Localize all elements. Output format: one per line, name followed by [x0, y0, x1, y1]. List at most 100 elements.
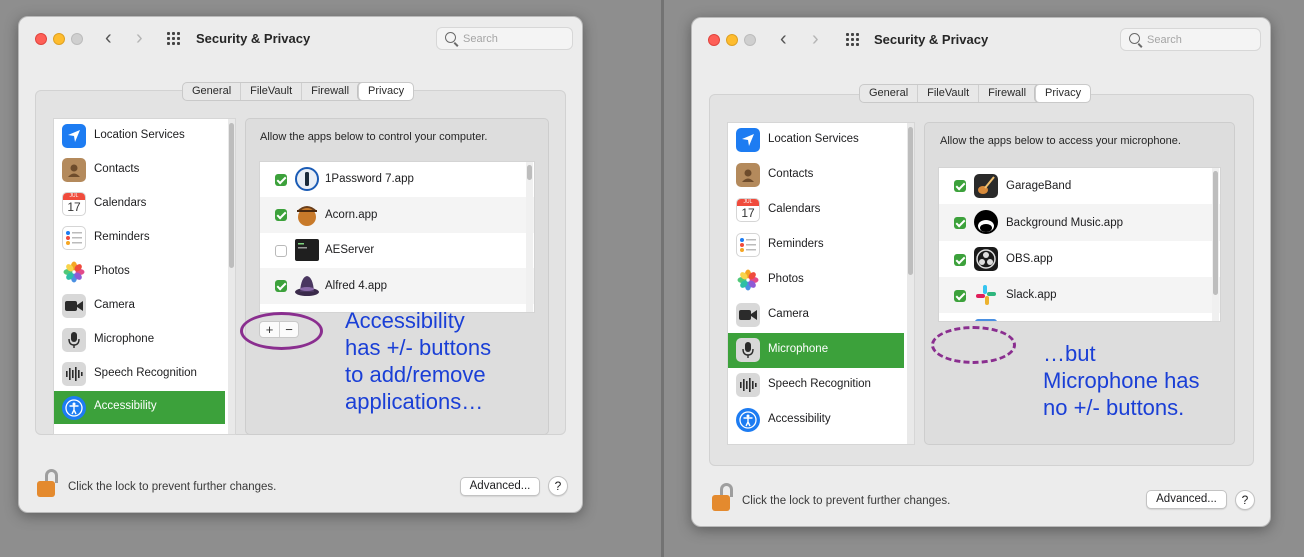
sidebar-item-contacts[interactable]: Contacts [54, 153, 235, 187]
sidebar-item-microphone[interactable]: Microphone [54, 323, 235, 357]
app-name: Background Music.app [1006, 217, 1123, 229]
calendar-day: 17 [741, 206, 755, 220]
lock-status-text: Click the lock to prevent further change… [742, 495, 951, 507]
lock-icon[interactable] [712, 483, 734, 511]
security-privacy-window-microphone: ‹ › Security & Privacy Search General Fi… [691, 17, 1271, 527]
annotation-circle [240, 312, 323, 350]
minimize-window-button[interactable] [726, 34, 738, 46]
app-checkbox[interactable] [275, 245, 287, 257]
minimize-window-button[interactable] [53, 33, 65, 45]
show-all-grid-icon[interactable] [167, 32, 182, 45]
lock-status-text: Click the lock to prevent further change… [68, 481, 277, 493]
sidebar-item-accessibility[interactable]: Accessibility [54, 391, 225, 424]
sidebar-item-photos[interactable]: Photos [728, 263, 914, 298]
sidebar-item-camera[interactable]: Camera [728, 298, 914, 333]
calendar-month: JUL [63, 193, 85, 200]
lock-icon[interactable] [37, 469, 59, 497]
scrollbar-thumb[interactable] [908, 127, 913, 275]
annotation-line: …but [1043, 341, 1096, 366]
sidebar-item-label: Speech Recognition [94, 367, 197, 379]
tab-firewall[interactable]: Firewall [301, 83, 358, 100]
app-list: 1Password 7.app Acorn.app AEServer Alfre… [259, 161, 535, 313]
app-checkbox[interactable] [954, 217, 966, 229]
tab-general[interactable]: General [860, 85, 917, 102]
app-row-slack[interactable]: Slack.app [939, 277, 1220, 313]
tab-filevault[interactable]: FileVault [917, 85, 978, 102]
app-checkbox[interactable] [275, 174, 287, 186]
search-icon [445, 32, 456, 43]
pane-description: Allow the apps below to control your com… [260, 131, 488, 143]
sidebar-item-location-services[interactable]: Location Services [54, 119, 235, 153]
sidebar-item-location-services[interactable]: Location Services [728, 123, 914, 158]
app-row-aeserver[interactable]: AEServer [260, 233, 534, 268]
app-row-background-music[interactable]: Background Music.app [939, 204, 1220, 241]
tab-firewall[interactable]: Firewall [978, 85, 1035, 102]
advanced-button[interactable]: Advanced... [1146, 490, 1227, 509]
annotation-dashed-circle [931, 326, 1016, 364]
annotation-line: to add/remove [345, 362, 486, 387]
contacts-book-icon [736, 163, 760, 187]
1password-icon [294, 166, 320, 192]
tab-privacy[interactable]: Privacy [1035, 85, 1091, 102]
app-name: OBS.app [1006, 253, 1053, 265]
sidebar-scrollbar[interactable] [228, 119, 235, 434]
sidebar-item-speech-recognition[interactable]: Speech Recognition [54, 357, 235, 391]
close-window-button[interactable] [35, 33, 47, 45]
sidebar-scrollbar[interactable] [907, 123, 914, 444]
window-title: Security & Privacy [196, 31, 311, 46]
sidebar-item-calendars[interactable]: JUL 17 Calendars [728, 193, 914, 228]
camera-icon [62, 294, 86, 318]
sidebar-item-reminders[interactable]: Reminders [728, 228, 914, 263]
zoom-window-button[interactable] [71, 33, 83, 45]
app-checkbox[interactable] [954, 290, 966, 302]
app-checkbox[interactable] [275, 209, 287, 221]
app-checkbox[interactable] [954, 254, 966, 266]
app-list-scrollbar[interactable] [526, 162, 533, 312]
sidebar-item-contacts[interactable]: Contacts [728, 158, 914, 193]
close-window-button[interactable] [708, 34, 720, 46]
advanced-button[interactable]: Advanced... [460, 477, 540, 496]
search-input[interactable]: Search [436, 27, 573, 50]
app-row-garageband[interactable]: GarageBand [939, 168, 1220, 204]
search-icon [1129, 33, 1140, 44]
app-list-scrollbar[interactable] [1212, 168, 1219, 321]
sidebar-item-reminders[interactable]: Reminders [54, 221, 235, 255]
app-name: Acorn.app [325, 209, 378, 221]
sidebar-item-microphone[interactable]: Microphone [728, 333, 904, 368]
tab-general[interactable]: General [183, 83, 240, 100]
sidebar-item-label: Contacts [768, 168, 814, 180]
forward-arrow-icon[interactable]: › [136, 27, 143, 49]
sidebar-item-camera[interactable]: Camera [54, 289, 235, 323]
back-arrow-icon[interactable]: ‹ [105, 27, 112, 49]
help-button[interactable]: ? [548, 476, 568, 496]
back-arrow-icon[interactable]: ‹ [780, 28, 787, 50]
app-row-obs[interactable]: OBS.app [939, 241, 1220, 277]
zoom-window-button[interactable] [744, 34, 756, 46]
sidebar-item-speech-recognition[interactable]: Speech Recognition [728, 368, 914, 403]
tab-filevault[interactable]: FileVault [240, 83, 301, 100]
show-all-grid-icon[interactable] [846, 33, 861, 46]
help-button[interactable]: ? [1235, 490, 1255, 510]
sidebar-item-label: Speech Recognition [768, 378, 871, 390]
location-arrow-icon [62, 124, 86, 148]
calendar-month: JUL [737, 199, 759, 206]
sidebar-item-calendars[interactable]: JUL 17 Calendars [54, 187, 235, 221]
app-row-1password[interactable]: 1Password 7.app [260, 162, 534, 197]
privacy-category-list: Location Services Contacts JUL 17 Calend… [53, 118, 236, 435]
accessibility-icon [62, 396, 86, 420]
sidebar-item-label: Camera [94, 299, 135, 311]
tab-privacy[interactable]: Privacy [358, 83, 414, 100]
scrollbar-thumb[interactable] [229, 123, 234, 268]
sidebar-item-accessibility[interactable]: Accessibility [728, 403, 914, 438]
sidebar-item-photos[interactable]: Photos [54, 255, 235, 289]
forward-arrow-icon[interactable]: › [812, 28, 819, 50]
sidebar-item-label: Photos [94, 265, 130, 277]
app-row-alfred[interactable]: Alfred 4.app [260, 268, 534, 304]
app-row-acorn[interactable]: Acorn.app [260, 197, 534, 233]
search-input[interactable]: Search [1120, 28, 1261, 51]
app-name: Alfred 4.app [325, 280, 388, 292]
app-checkbox[interactable] [275, 280, 287, 292]
app-checkbox[interactable] [954, 180, 966, 192]
scrollbar-thumb[interactable] [527, 165, 532, 180]
scrollbar-thumb[interactable] [1213, 171, 1218, 295]
